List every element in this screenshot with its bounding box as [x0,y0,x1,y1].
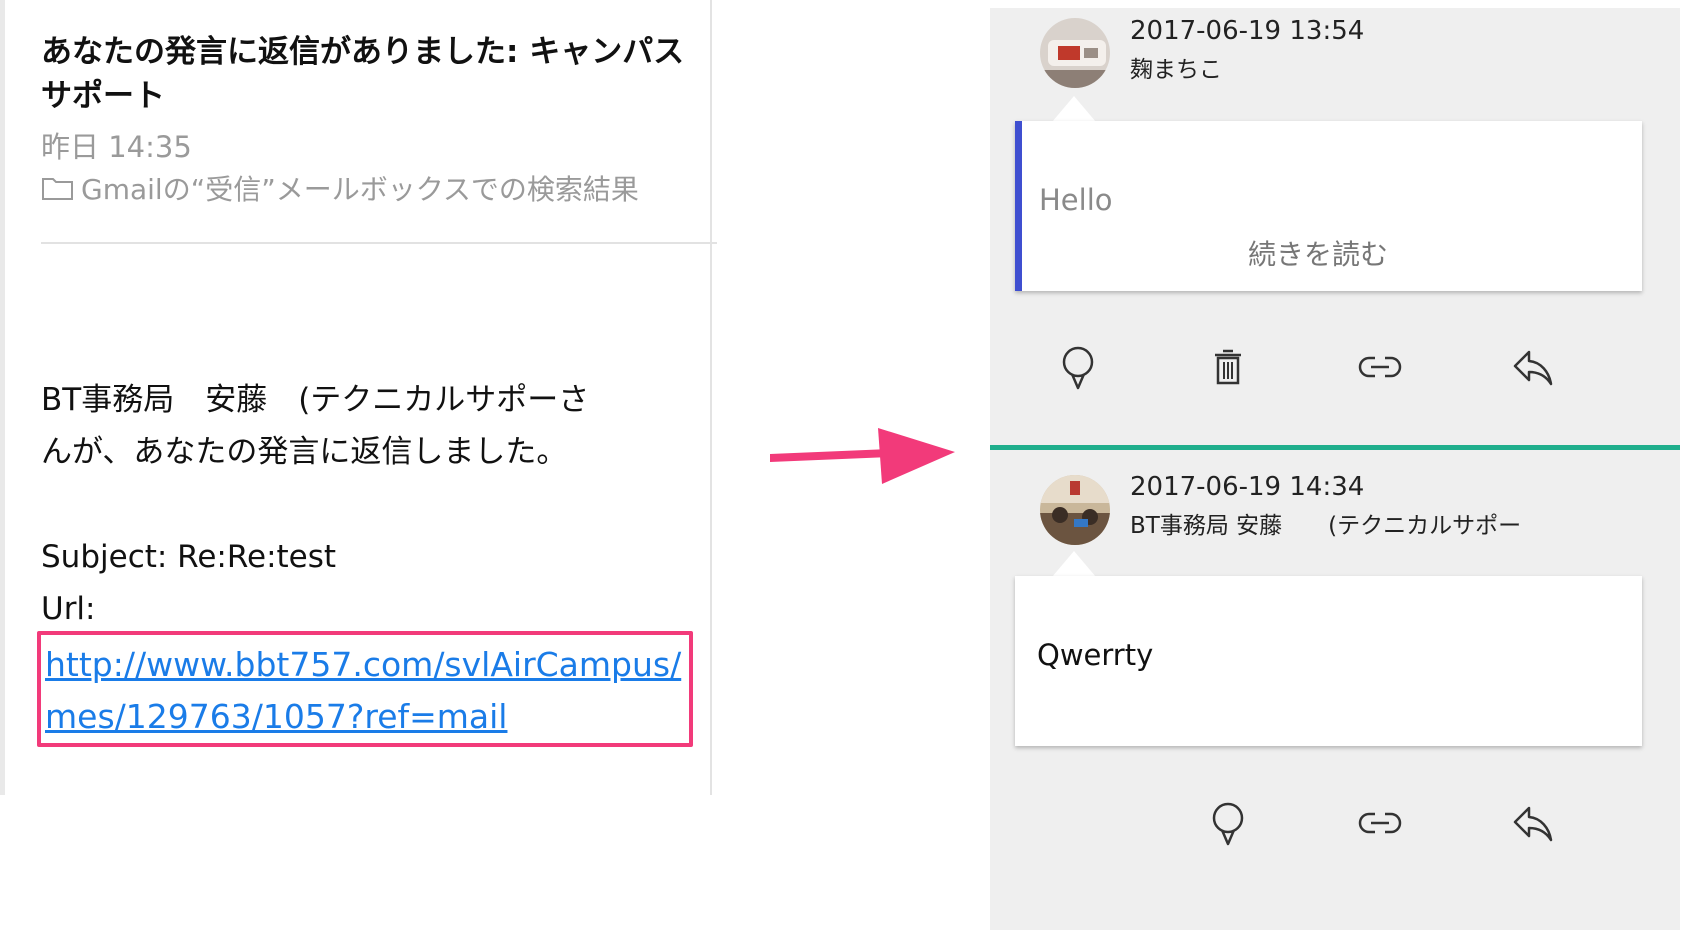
post-author: 麹まちこ [1130,57,1222,83]
link-icon[interactable] [1357,800,1403,846]
pin-icon[interactable] [1205,800,1251,846]
app-panel: 2017-06-19 13:54 麹まちこ Hello 続きを読む 2017-0… [990,8,1680,930]
avatar[interactable] [1040,475,1110,545]
message-text: Hello [1039,183,1113,217]
post-time: 2017-06-19 14:34 [1130,472,1365,502]
body-line: んが、あなたの発言に返信しました。 [41,434,568,470]
email-subject: あなたの発言に返信がありました: キャンパスサポート [41,34,685,114]
folder-icon [41,175,75,201]
reply-icon[interactable] [1509,800,1555,846]
message-text: Qwerrty [1037,638,1154,672]
divider [41,242,717,244]
url-highlight-box: http://www.bbt757.com/svlAirCampus/mes/1… [37,631,693,747]
avatar[interactable] [1040,18,1110,88]
arrow-icon [770,428,955,484]
post-author: BT事務局 安藤 (テクニカルサポー [1130,513,1522,539]
pin-icon[interactable] [1055,344,1101,390]
email-panel: あなたの発言に返信がありました: キャンパスサポート 昨日 14:35 Gmai… [0,0,717,795]
message-card[interactable]: Hello 続きを読む [1015,121,1642,291]
divider [990,445,1680,450]
post-header: 2017-06-19 14:34 BT事務局 安藤 (テクニカルサポー [1130,472,1521,540]
accent-bar [1015,121,1022,291]
email-subject-line: Subject: Re:Re:test [41,539,337,575]
message-card[interactable]: Qwerrty [1015,576,1642,746]
card-pointer [1052,96,1096,122]
url-label: Url: [41,591,96,627]
read-more-link[interactable]: 続きを読む [1248,233,1388,273]
trash-icon[interactable] [1205,344,1251,390]
post-header: 2017-06-19 13:54 麹まちこ [1130,16,1364,84]
link-icon[interactable] [1357,344,1403,390]
card-pointer [1052,551,1096,577]
post-time: 2017-06-19 13:54 [1130,16,1365,46]
email-folder: Gmailの“受信”メールボックスでの検索結果 [41,168,639,208]
email-date: 昨日 14:35 [41,130,192,164]
email-folder-label: Gmailの“受信”メールボックスでの検索結果 [81,173,639,206]
post-link[interactable]: http://www.bbt757.com/svlAirCampus/mes/1… [45,639,691,743]
email-body: BT事務局 安藤 (テクニカルサポーさ んが、あなたの発言に返信しました。 [41,374,691,478]
body-line: BT事務局 安藤 (テクニカルサポーさ [41,382,590,418]
reply-icon[interactable] [1509,344,1555,390]
